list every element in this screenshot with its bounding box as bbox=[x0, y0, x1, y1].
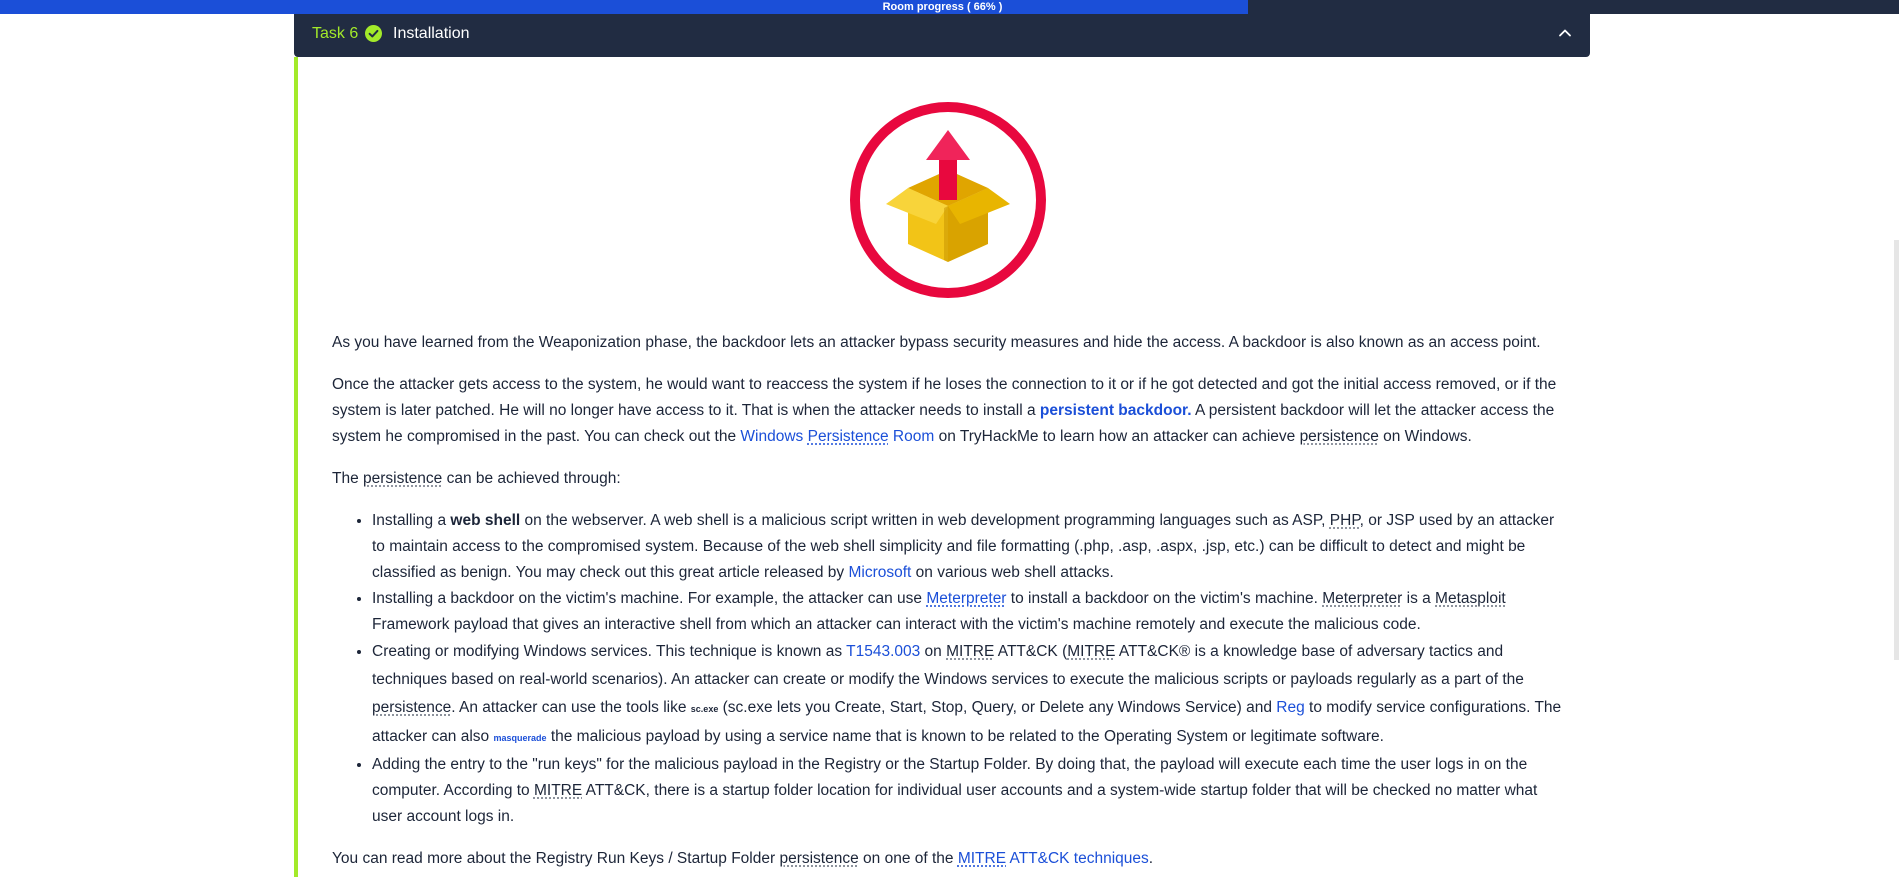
metasploit-term: Metasploit bbox=[1435, 590, 1506, 607]
masquerade-link[interactable]: masquerade bbox=[493, 733, 546, 743]
paragraph-persistence-intro: Once the attacker gets access to the sys… bbox=[332, 376, 1557, 445]
task-number: Task 6 bbox=[312, 25, 359, 42]
list-item-backdoor: Installing a backdoor on the victim's ma… bbox=[372, 586, 1562, 638]
list-item-windows-services: Creating or modifying Windows services. … bbox=[372, 638, 1562, 752]
room-progress-bar: Room progress ( 66% ) bbox=[0, 0, 1899, 14]
meterpreter-term: Meterpreter bbox=[1322, 590, 1403, 607]
task-content: As you have learned from the Weaponizati… bbox=[294, 57, 1590, 877]
room-progress-label: Room progress ( 66% ) bbox=[882, 1, 1003, 13]
persistence-term: persistence bbox=[363, 470, 443, 487]
reg-link[interactable]: Reg bbox=[1276, 699, 1304, 716]
persistence-methods-list: Installing a web shell on the webserver.… bbox=[332, 508, 1562, 830]
persistence-term: persistence bbox=[1299, 428, 1379, 445]
task-header[interactable]: Task 6 Installation bbox=[294, 14, 1590, 57]
windows-persistence-room-link[interactable]: Windows Persistence Room bbox=[740, 428, 934, 445]
list-item-run-keys: Adding the entry to the "run keys" for t… bbox=[372, 752, 1562, 830]
php-term: PHP bbox=[1329, 512, 1360, 529]
meterpreter-link[interactable]: Meterpreter bbox=[926, 590, 1006, 607]
sc-exe-code: sc.exe bbox=[690, 704, 719, 714]
chevron-up-icon[interactable] bbox=[1557, 25, 1573, 41]
paragraph-achieved-through: The persistence can be achieved through: bbox=[332, 470, 621, 487]
page-scrollbar[interactable] bbox=[1894, 240, 1899, 660]
task-title: Installation bbox=[393, 25, 470, 42]
task-article: As you have learned from the Weaponizati… bbox=[332, 330, 1562, 877]
mitre-attack-techniques-link[interactable]: MITRE ATT&CK techniques bbox=[958, 850, 1149, 867]
paragraph-intro: As you have learned from the Weaponizati… bbox=[332, 334, 1541, 351]
paragraph-read-more: You can read more about the Registry Run… bbox=[332, 850, 1154, 867]
list-item-web-shell: Installing a web shell on the webserver.… bbox=[372, 508, 1562, 586]
microsoft-article-link[interactable]: Microsoft bbox=[848, 564, 911, 581]
package-upload-icon bbox=[850, 102, 1046, 298]
check-circle-icon bbox=[365, 25, 382, 42]
t1543-003-link[interactable]: T1543.003 bbox=[846, 643, 920, 660]
persistent-backdoor-text: persistent backdoor. bbox=[1039, 402, 1192, 419]
